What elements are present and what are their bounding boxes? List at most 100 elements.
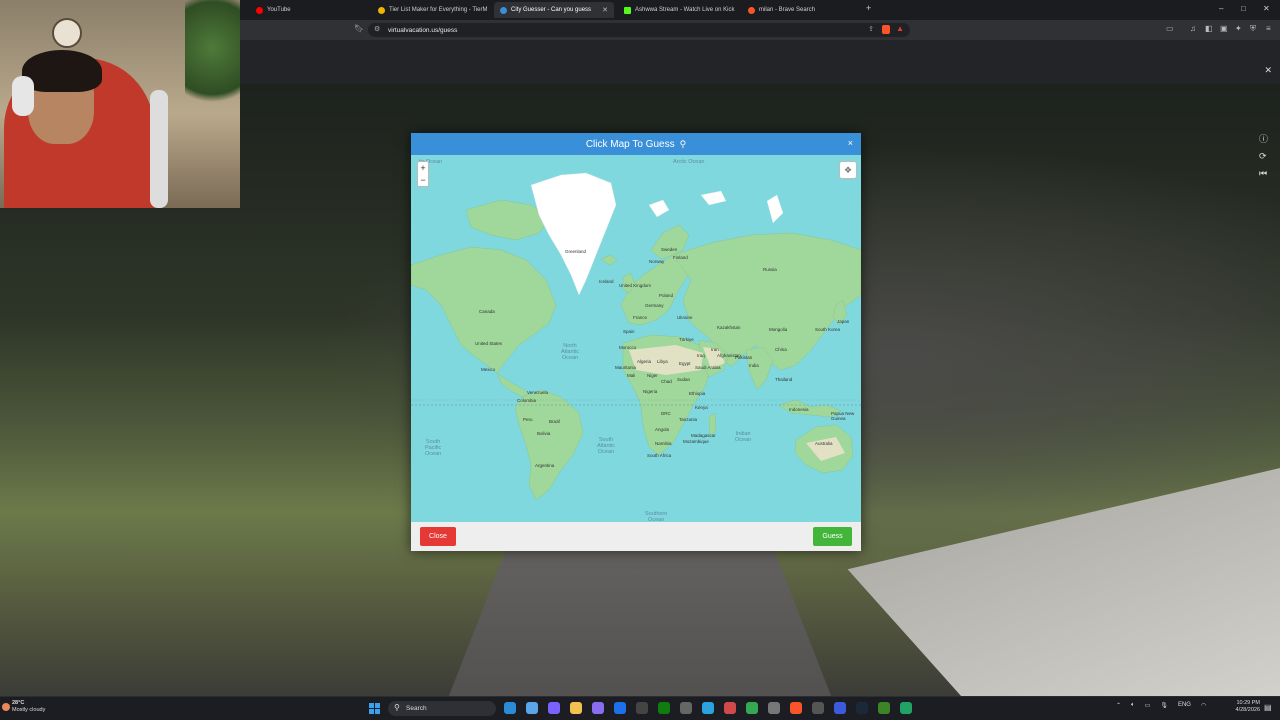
- split-view-icon[interactable]: ◧: [1205, 24, 1213, 33]
- windows-start-icon[interactable]: [369, 703, 380, 714]
- country-label: United Kingdom: [619, 283, 652, 288]
- country-label: United States: [475, 341, 503, 346]
- wallet-icon[interactable]: ▣: [1220, 24, 1228, 33]
- address-bar[interactable]: ⚙︎ virtualvacation.us/guess ⇪ ▲: [368, 23, 910, 37]
- share-icon[interactable]: ⇪: [868, 25, 874, 33]
- copilot-icon[interactable]: [548, 702, 560, 714]
- tab-youtube[interactable]: YouTube: [250, 2, 370, 18]
- weather-desc: Mostly cloudy: [12, 707, 46, 713]
- country-label: India: [749, 363, 759, 368]
- notification-icon[interactable]: ▤: [1264, 703, 1272, 712]
- country-label: Saudi Arabia: [695, 365, 721, 370]
- tab-label: milan - Brave Search: [759, 7, 816, 13]
- windows-taskbar: 28°C Mostly cloudy ⚲ Search ⌃ 🔈︎ ▭ 🎙︎ EN…: [0, 696, 1280, 720]
- minecraft-icon[interactable]: [878, 702, 890, 714]
- bookmark-icon[interactable]: 🔖︎: [354, 24, 364, 33]
- file-explorer-icon[interactable]: [526, 702, 538, 714]
- sidebar-icon[interactable]: ▭: [1166, 24, 1174, 33]
- layers-icon[interactable]: ❖: [839, 161, 857, 179]
- excel-icon[interactable]: [900, 702, 912, 714]
- discord-icon[interactable]: [592, 702, 604, 714]
- country-label: Mozambique: [683, 439, 709, 444]
- country-label: Nigeria: [643, 389, 658, 394]
- country-label: Iran: [711, 347, 719, 352]
- brave-shields-icon[interactable]: [882, 25, 890, 34]
- weather-temp: 28°C: [12, 700, 25, 706]
- app-icon[interactable]: [768, 702, 780, 714]
- search-label: Search: [406, 705, 427, 712]
- mic-icon[interactable]: 🎙︎: [1160, 702, 1168, 709]
- zoom-in-button[interactable]: +: [420, 163, 425, 173]
- notes-icon[interactable]: [614, 702, 626, 714]
- chevron-up-icon[interactable]: ⌃: [1116, 702, 1121, 709]
- vpn-icon[interactable]: ⛨: [1250, 24, 1256, 34]
- new-tab-button[interactable]: +: [866, 3, 871, 13]
- menu-icon[interactable]: ≡: [1266, 24, 1271, 33]
- ocean-label-south-atlantic: South Atlantic Ocean: [597, 437, 616, 455]
- tab-brave-search[interactable]: milan - Brave Search: [742, 2, 862, 18]
- edge-icon[interactable]: [504, 702, 516, 714]
- map-marker-icon: ⚲: [679, 138, 687, 149]
- tab-label: YouTube: [267, 7, 291, 13]
- taskbar-search[interactable]: ⚲ Search: [388, 701, 496, 716]
- battery-icon[interactable]: ▭: [1145, 702, 1151, 709]
- media-icon[interactable]: ♫: [1190, 24, 1196, 33]
- restart-icon[interactable]: ⏮: [1259, 168, 1268, 179]
- telegram-icon[interactable]: [702, 702, 714, 714]
- close-button[interactable]: Close: [420, 527, 456, 546]
- country-label: Norway: [649, 259, 665, 264]
- refresh-icon[interactable]: ⟳: [1259, 151, 1268, 162]
- greenland-landmass: [530, 172, 617, 296]
- extensions-icon[interactable]: ✦: [1235, 24, 1242, 33]
- country-label: France: [633, 315, 648, 320]
- language-indicator[interactable]: ENG: [1178, 702, 1191, 709]
- svalbard-landmass: [648, 199, 670, 218]
- chrome-icon[interactable]: [746, 702, 758, 714]
- app-icon[interactable]: [812, 702, 824, 714]
- country-label: Papua New Guinea: [831, 411, 855, 421]
- site-info-icon[interactable]: ⚙︎: [374, 25, 380, 33]
- app-icon[interactable]: [724, 702, 736, 714]
- brave-taskbar-icon[interactable]: [790, 702, 802, 714]
- globe-icon: [500, 6, 507, 14]
- page-close-icon[interactable]: ✕: [1264, 65, 1272, 76]
- microphone-icon: [150, 90, 168, 208]
- taskbar-clock[interactable]: 10:29 PM 4/28/2026: [1232, 700, 1260, 714]
- country-label: Angola: [655, 427, 670, 432]
- webcam-wall-clock: [52, 18, 82, 48]
- modal-close-icon[interactable]: ×: [848, 138, 853, 148]
- country-label: Poland: [659, 293, 674, 298]
- ocean-label-southern: Southern Ocean: [645, 511, 668, 522]
- tab-kick[interactable]: Ashwwa Stream - Watch Live on Kick: [618, 2, 738, 18]
- webcam-overlay: [0, 0, 240, 208]
- world-map[interactable]: tic Ocean Arctic Ocean North Atlantic Oc…: [411, 155, 861, 522]
- weather-widget[interactable]: 28°C Mostly cloudy: [12, 700, 45, 714]
- folder-icon[interactable]: [570, 702, 582, 714]
- steam-icon[interactable]: [856, 702, 868, 714]
- tab-city-guesser[interactable]: City Guesser - Can you guess ✕: [494, 2, 614, 18]
- country-label: Algeria: [637, 359, 652, 364]
- tab-tierlist[interactable]: Tier List Maker for Everything - TierM: [372, 2, 490, 18]
- xbox-icon[interactable]: [658, 702, 670, 714]
- page-header-bar: ✕: [240, 40, 1280, 84]
- guess-button[interactable]: Guess: [813, 527, 852, 546]
- country-label: Russia: [763, 267, 777, 272]
- tab-label: City Guesser - Can you guess: [511, 7, 592, 13]
- brave-icon: [748, 6, 755, 14]
- window-close-button[interactable]: ✕: [1263, 4, 1270, 13]
- minimize-button[interactable]: –: [1219, 4, 1223, 13]
- zoom-out-button[interactable]: −: [420, 175, 425, 185]
- app-icon[interactable]: [834, 702, 846, 714]
- country-label: Japan: [837, 319, 850, 324]
- speaker-icon[interactable]: 🔈︎: [1131, 702, 1135, 709]
- country-label: Bolivia: [537, 431, 551, 436]
- obs-icon[interactable]: [636, 702, 648, 714]
- country-label: Argentina: [535, 463, 555, 468]
- wifi-icon[interactable]: ◠: [1201, 702, 1206, 709]
- modal-footer: Close Guess: [411, 522, 861, 551]
- info-icon[interactable]: ⓘ: [1259, 132, 1268, 145]
- brave-rewards-icon[interactable]: ▲: [896, 24, 904, 33]
- tab-close-icon[interactable]: ✕: [602, 6, 608, 14]
- settings-icon[interactable]: [680, 702, 692, 714]
- maximize-button[interactable]: □: [1241, 4, 1246, 13]
